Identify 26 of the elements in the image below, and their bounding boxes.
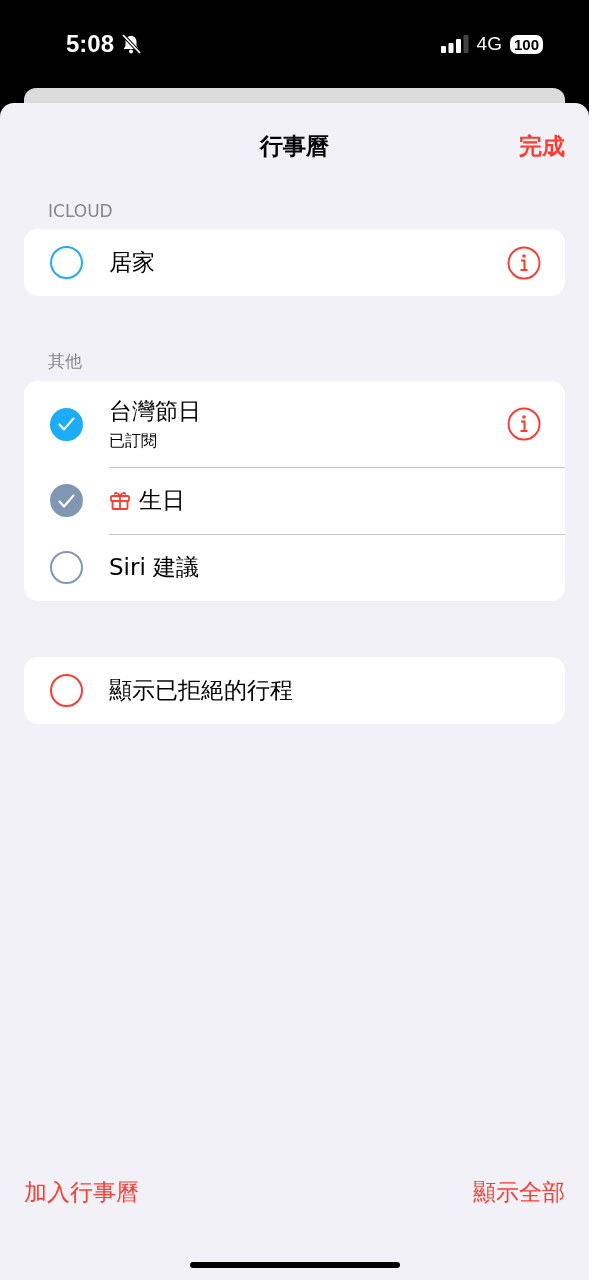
checkbox-circle[interactable] bbox=[50, 484, 83, 517]
checkbox-circle[interactable] bbox=[50, 407, 83, 441]
sheet-title: 行事曆 bbox=[260, 131, 329, 161]
calendar-subtitle: 已訂閱 bbox=[109, 430, 158, 452]
info-icon[interactable] bbox=[507, 406, 541, 441]
checkbox-circle[interactable] bbox=[50, 551, 83, 584]
calendar-name: Siri 建議 bbox=[109, 553, 201, 582]
calendar-name: 生日 bbox=[139, 485, 186, 515]
checkmark-icon bbox=[58, 493, 75, 508]
checkbox-circle[interactable] bbox=[50, 674, 83, 707]
status-time: 5:08 bbox=[66, 30, 115, 58]
gift-icon bbox=[109, 489, 131, 511]
section-header: ICLOUD bbox=[47, 200, 114, 223]
checkbox-circle[interactable] bbox=[50, 246, 83, 279]
battery-level: 100 bbox=[509, 34, 543, 54]
checkmark-icon bbox=[58, 417, 75, 431]
network-label: 4G bbox=[476, 33, 502, 55]
show-all-button[interactable]: 顯示全部 bbox=[473, 1177, 565, 1208]
calendar-name: 台灣節日 bbox=[109, 396, 202, 426]
calendar-name: 顯示已拒絕的行程 bbox=[109, 676, 294, 705]
info-icon[interactable] bbox=[507, 245, 541, 280]
add-calendar-button[interactable]: 加入行事曆 bbox=[24, 1177, 139, 1208]
section-header: 其他 bbox=[47, 350, 83, 373]
calendar-name: 居家 bbox=[109, 248, 156, 277]
signal-icon bbox=[440, 35, 469, 53]
done-button[interactable]: 完成 bbox=[519, 130, 565, 162]
